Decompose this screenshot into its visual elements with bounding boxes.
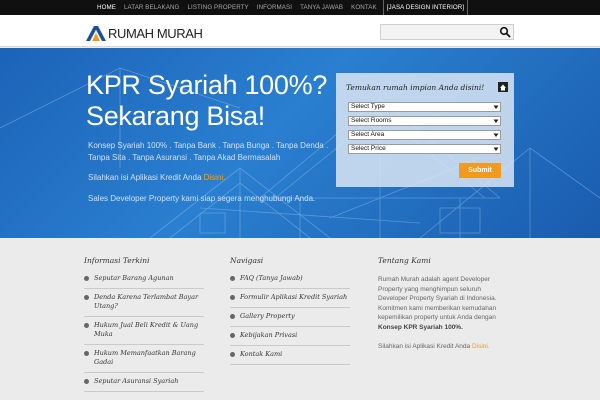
hero-title-line2: Sekarang Bisa!: [86, 101, 265, 131]
select-area-value: Select Area: [351, 131, 385, 138]
bullet-icon: [84, 323, 89, 328]
search-box: [380, 24, 514, 40]
select-rooms-value: Select Rooms: [351, 117, 392, 124]
chevron-down-icon: [493, 105, 499, 109]
logo-text: RUMAH MURAH: [108, 26, 203, 41]
list-item-label: FAQ (Tanya Jawab): [240, 274, 303, 282]
select-price[interactable]: Select Price: [348, 144, 501, 154]
list-item-label: Kontak Kami: [240, 350, 283, 358]
bullet-icon: [84, 295, 89, 300]
bullet-icon: [84, 379, 89, 384]
hero-apply-text: Silahkan isi Aplikasi Kredit Anda Disini…: [88, 172, 225, 184]
about-paragraph: Rumah Murah adalah agent Developer Prope…: [378, 275, 500, 332]
bullet-icon: [230, 314, 235, 319]
select-rooms[interactable]: Select Rooms: [348, 116, 501, 126]
property-search-panel: Temukan rumah impian Anda disini! Select…: [336, 73, 514, 187]
list-item[interactable]: Formulir Aplikasi Kredit Syariah: [230, 289, 350, 308]
about-apply-label: Silahkan isi Aplikasi Kredit Anda: [378, 343, 472, 350]
logo-mark-icon: [86, 26, 106, 41]
list-item-label: Kebijakan Privasi: [240, 331, 298, 339]
list-item[interactable]: Hukum Jual Beli Kredit & Uang Muka: [84, 317, 204, 345]
bullet-icon: [84, 276, 89, 281]
hero-tagline-line2: Tanpa Sita . Tanpa Asuransi . Tanpa Akad…: [88, 153, 281, 162]
bullet-icon: [230, 333, 235, 338]
list-item-label: Gallery Property: [240, 312, 295, 320]
nav-listing-property[interactable]: LISTING PROPERTY: [183, 0, 252, 15]
nav-tanya-jawab[interactable]: TANYA JAWAB: [296, 0, 347, 15]
select-area[interactable]: Select Area: [348, 130, 501, 140]
site-header: RUMAH MURAH: [0, 15, 600, 47]
list-item-label: Seputar Barang Agunan: [94, 274, 174, 282]
bullet-icon: [84, 351, 89, 356]
list-item[interactable]: Kebijakan Privasi: [230, 327, 350, 346]
list-item[interactable]: Kontak Kami: [230, 346, 350, 365]
list-item-label: Formulir Aplikasi Kredit Syariah: [240, 293, 348, 301]
select-type[interactable]: Select Type: [348, 102, 501, 112]
about-apply: Silahkan isi Aplikasi Kredit Anda Disini…: [378, 342, 500, 352]
bullet-icon: [230, 352, 235, 357]
tentang-kami-title: Tentang Kami: [378, 256, 431, 265]
informasi-terkini-list: Seputar Barang Agunan Denda Karena Terla…: [84, 270, 204, 392]
about-text: Rumah Murah adalah agent Developer Prope…: [378, 276, 497, 321]
informasi-terkini-title: Informasi Terkini: [84, 256, 150, 265]
top-navigation: HOME LATAR BELAKANG LISTING PROPERTY INF…: [0, 0, 600, 15]
hero-banner: KPR Syariah 100%? Sekarang Bisa! Konsep …: [0, 48, 600, 238]
chevron-down-icon: [493, 119, 499, 123]
hero-title: KPR Syariah 100%? Sekarang Bisa!: [86, 70, 327, 132]
search-icon[interactable]: [499, 26, 511, 38]
select-price-value: Select Price: [351, 145, 386, 152]
about-highlight: Konsep KPR Syariah 100%.: [378, 323, 463, 331]
hero-apply-link[interactable]: Disini.: [204, 173, 226, 182]
site-logo[interactable]: RUMAH MURAH: [86, 26, 203, 41]
list-item[interactable]: Hukum Memanfaatkan Barang Gadai: [84, 345, 204, 373]
bullet-icon: [230, 276, 235, 281]
bullet-icon: [230, 295, 235, 300]
nav-jasa-design-interior[interactable]: [JASA DESIGN INTERIOR]: [382, 0, 469, 15]
navigasi-list: FAQ (Tanya Jawab) Formulir Aplikasi Kred…: [230, 270, 350, 365]
hero-title-line1: KPR Syariah 100%?: [86, 70, 328, 100]
list-item-label: Hukum Memanfaatkan Barang Gadai: [94, 349, 196, 366]
list-item[interactable]: Gallery Property: [230, 308, 350, 327]
hero-tagline-line1: Konsep Syariah 100% . Tanpa Bank . Tanpa…: [88, 141, 329, 150]
house-icon: [498, 82, 508, 92]
nav-home[interactable]: HOME: [93, 0, 120, 15]
list-item-label: Hukum Jual Beli Kredit & Uang Muka: [94, 321, 199, 338]
nav-informasi[interactable]: INFORMASI: [253, 0, 296, 15]
list-item[interactable]: Seputar Asuransi Syariah: [84, 373, 204, 392]
nav-latar-belakang[interactable]: LATAR BELAKANG: [120, 0, 184, 15]
search-input[interactable]: [381, 25, 493, 39]
search-panel-title: Temukan rumah impian Anda disini!: [346, 83, 485, 92]
list-item[interactable]: Seputar Barang Agunan: [84, 270, 204, 289]
list-item[interactable]: Denda Karena Terlambat Bayar Utang?: [84, 289, 204, 317]
chevron-down-icon: [493, 133, 499, 137]
select-type-value: Select Type: [351, 103, 385, 110]
hero-apply-label: Silahkan isi Aplikasi Kredit Anda: [88, 173, 204, 182]
submit-button[interactable]: Submit: [459, 163, 501, 178]
hero-tagline: Konsep Syariah 100% . Tanpa Bank . Tanpa…: [88, 140, 328, 164]
list-item[interactable]: FAQ (Tanya Jawab): [230, 270, 350, 289]
nav-kontak[interactable]: KONTAK: [347, 0, 381, 15]
tentang-kami-text: Rumah Murah adalah agent Developer Prope…: [378, 275, 500, 352]
about-apply-link[interactable]: Disini.: [472, 343, 490, 350]
hero-sales-text: Sales Developer Property kami siap seger…: [88, 194, 316, 203]
list-item-label: Seputar Asuransi Syariah: [94, 377, 179, 385]
list-item-label: Denda Karena Terlambat Bayar Utang?: [94, 293, 199, 310]
chevron-down-icon: [493, 147, 499, 151]
navigasi-title: Navigasi: [230, 256, 264, 265]
